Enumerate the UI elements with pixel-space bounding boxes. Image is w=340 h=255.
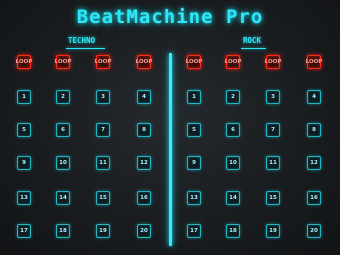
section-label-techno: TECHNO [68,36,96,45]
rock-sound-pad-18[interactable]: 18 [226,224,240,238]
techno-sound-pad-12[interactable]: 12 [137,156,151,170]
techno-sound-pad-16[interactable]: 16 [137,191,151,205]
techno-sound-pad-1[interactable]: 1 [17,90,31,104]
techno-sound-pad-7[interactable]: 7 [96,123,110,137]
techno-sound-pad-5[interactable]: 5 [17,123,31,137]
techno-sound-pad-10[interactable]: 10 [56,156,70,170]
techno-loop-button-4[interactable]: LOOP [136,55,152,69]
rock-sound-pad-13[interactable]: 13 [187,191,201,205]
techno-sound-pad-3[interactable]: 3 [96,90,110,104]
techno-sound-pad-14[interactable]: 14 [56,191,70,205]
techno-sound-pad-15[interactable]: 15 [96,191,110,205]
techno-sound-pad-6[interactable]: 6 [56,123,70,137]
rock-sound-pad-7[interactable]: 7 [266,123,280,137]
techno-sound-pad-13[interactable]: 13 [17,191,31,205]
techno-loop-button-3[interactable]: LOOP [95,55,111,69]
techno-sound-pad-20[interactable]: 20 [137,224,151,238]
rock-sound-pad-9[interactable]: 9 [187,156,201,170]
techno-sound-pad-19[interactable]: 19 [96,224,110,238]
rock-loop-button-1[interactable]: LOOP [186,55,202,69]
techno-sound-pad-11[interactable]: 11 [96,156,110,170]
techno-sound-pad-9[interactable]: 9 [17,156,31,170]
rock-sound-pad-12[interactable]: 12 [307,156,321,170]
section-divider [169,53,172,246]
section-label-rock: ROCK [243,36,262,45]
app-title: BeatMachine Pro [76,6,264,28]
techno-sound-pad-18[interactable]: 18 [56,224,70,238]
rock-sound-pad-20[interactable]: 20 [307,224,321,238]
rock-sound-pad-3[interactable]: 3 [266,90,280,104]
rock-sound-pad-16[interactable]: 16 [307,191,321,205]
techno-sound-pad-8[interactable]: 8 [137,123,151,137]
techno-sound-pad-17[interactable]: 17 [17,224,31,238]
rock-sound-pad-11[interactable]: 11 [266,156,280,170]
rock-loop-button-4[interactable]: LOOP [306,55,322,69]
techno-sound-pad-2[interactable]: 2 [56,90,70,104]
rock-sound-pad-17[interactable]: 17 [187,224,201,238]
rock-sound-pad-14[interactable]: 14 [226,191,240,205]
rock-sound-pad-15[interactable]: 15 [266,191,280,205]
rock-sound-pad-10[interactable]: 10 [226,156,240,170]
section-underline-rock [241,48,266,49]
rock-loop-button-2[interactable]: LOOP [225,55,241,69]
techno-loop-button-2[interactable]: LOOP [55,55,71,69]
rock-sound-pad-6[interactable]: 6 [226,123,240,137]
rock-sound-pad-5[interactable]: 5 [187,123,201,137]
techno-sound-pad-4[interactable]: 4 [137,90,151,104]
techno-pad-grid: LOOP LOOP LOOP LOOP 1 2 3 4 5 6 7 8 9 10 11 12 13 14 15 16 1… [9,55,169,241]
rock-sound-pad-19[interactable]: 19 [266,224,280,238]
section-underline-techno [66,48,105,49]
techno-loop-button-1[interactable]: LOOP [16,55,32,69]
rock-sound-pad-4[interactable]: 4 [307,90,321,104]
rock-pad-grid: LOOP LOOP LOOP LOOP 1 2 3 4 5 6 7 8 9 10 11 12 13 14 15 16 1… [179,55,339,241]
rock-sound-pad-1[interactable]: 1 [187,90,201,104]
rock-loop-button-3[interactable]: LOOP [265,55,281,69]
rock-sound-pad-2[interactable]: 2 [226,90,240,104]
rock-sound-pad-8[interactable]: 8 [307,123,321,137]
